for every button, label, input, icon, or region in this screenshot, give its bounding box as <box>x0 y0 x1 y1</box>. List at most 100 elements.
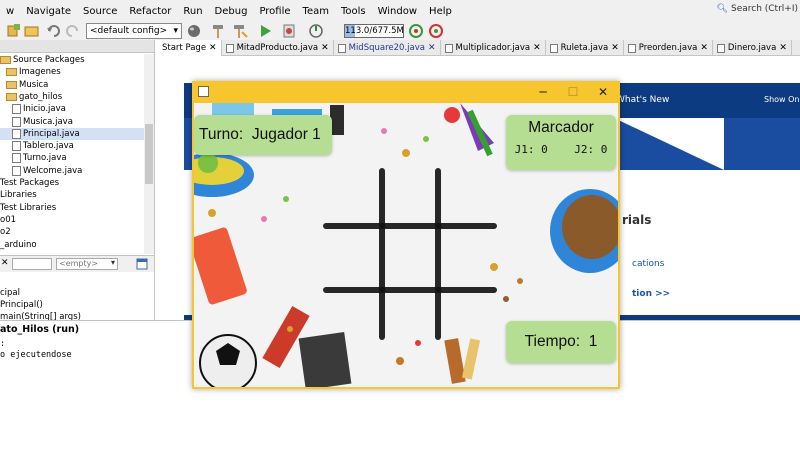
java-file-icon <box>12 116 21 127</box>
game-window-titlebar[interactable]: ─ ☐ ✕ <box>192 81 620 103</box>
tree-item[interactable]: Test Libraries <box>0 202 145 214</box>
navigator-item-constructor[interactable]: Principal() <box>0 300 43 310</box>
menu-bar: w Navigate Source Refactor Run Debug Profile Te… <box>0 0 800 22</box>
projects-panel-header <box>0 40 154 53</box>
open-icon[interactable] <box>24 23 40 39</box>
more-link[interactable]: tion >> <box>632 289 670 299</box>
tree-item-label: Test Packages <box>0 178 60 188</box>
tree-item[interactable]: _arduino <box>0 239 145 251</box>
close-window-icon[interactable]: ✕ <box>588 83 618 101</box>
new-project-icon[interactable] <box>6 23 22 39</box>
editor-tab[interactable]: MidSquare20.java ✕ <box>334 40 441 56</box>
close-icon[interactable]: ✕ <box>1 258 9 268</box>
tree-item[interactable]: Tablero.java <box>0 140 145 152</box>
menu-item-refactor[interactable]: Refactor <box>123 6 177 17</box>
close-tab-icon[interactable]: ✕ <box>209 40 217 56</box>
tree-item[interactable]: Welcome.java <box>0 165 145 177</box>
player1-score: 0 <box>541 143 548 156</box>
tree-item-label: Principal.java <box>23 128 80 139</box>
navigator-filter-select[interactable]: <empty> <box>56 258 118 270</box>
clean-build-icon[interactable] <box>232 23 248 39</box>
toolbar: <default config> 113.0/677.5MB <box>0 22 800 40</box>
show-on-startup[interactable]: Show On S <box>764 95 800 104</box>
editor-tab[interactable]: Dinero.java ✕ <box>713 40 792 56</box>
profile-ide-icon[interactable] <box>428 23 444 39</box>
tree-item[interactable]: Imagenes <box>0 66 145 78</box>
tree-item[interactable]: gato_hilos <box>0 91 145 103</box>
folder-icon <box>0 56 11 64</box>
tree-item[interactable]: o01 <box>0 214 145 226</box>
close-tab-icon[interactable]: ✕ <box>611 40 619 56</box>
menu-item-debug[interactable]: Debug <box>209 6 254 17</box>
scoreboard-panel: Marcador J1: 0 J2: 0 <box>506 115 616 170</box>
java-file-icon <box>716 43 725 53</box>
debug-icon[interactable] <box>282 23 298 39</box>
tree-item[interactable]: Musica.java <box>0 116 145 128</box>
navigator-filter-value: <empty> <box>59 259 99 268</box>
output-tab-title[interactable]: ato_Hilos (run) <box>0 324 79 335</box>
menu-item-help[interactable]: Help <box>423 6 458 17</box>
timer-label: Tiempo: <box>524 333 581 350</box>
profile-icon[interactable] <box>308 23 324 39</box>
editor-tab-label: Ruleta.java <box>560 43 609 53</box>
tree-item-label: Turno.java <box>23 153 67 164</box>
tree-item[interactable]: Turno.java <box>0 152 145 164</box>
tree-item[interactable]: Inicio.java <box>0 103 145 115</box>
search-placeholder: Search (Ctrl+I) <box>730 4 798 14</box>
close-tab-icon[interactable]: ✕ <box>428 40 436 56</box>
tree-item[interactable]: Source Packages <box>0 54 145 66</box>
close-tab-icon[interactable]: ✕ <box>700 40 708 56</box>
tree-item-label: Source Packages <box>13 55 85 65</box>
whats-new-tab[interactable]: What's New <box>616 95 669 105</box>
menu-item-team[interactable]: Team <box>297 6 335 17</box>
redo-icon[interactable] <box>64 23 80 39</box>
search-box[interactable]: 🔍︎ Search (Ctrl+I) <box>717 4 798 14</box>
navigator-settings-icon[interactable] <box>136 258 148 270</box>
globe-icon[interactable] <box>186 23 202 39</box>
editor-tab-label: Dinero.java <box>727 43 777 53</box>
undo-icon[interactable] <box>46 23 62 39</box>
turn-panel: Turno: Jugador 1 <box>194 115 332 155</box>
timer-panel: Tiempo: 1 <box>506 321 616 363</box>
maximize-icon[interactable]: ☐ <box>558 83 588 101</box>
menu-item-profile[interactable]: Profile <box>253 6 296 17</box>
tree-item[interactable]: Musica <box>0 79 145 91</box>
editor-tab[interactable]: Multiplicador.java ✕ <box>441 40 546 56</box>
projects-scrollbar[interactable] <box>144 54 154 254</box>
tic-tac-toe-board[interactable] <box>322 165 502 343</box>
menu-item-source[interactable]: Source <box>77 6 123 17</box>
memory-text: 113.0/677.5MB <box>345 26 404 36</box>
java-app-icon[interactable] <box>198 86 209 97</box>
close-tab-icon[interactable]: ✕ <box>533 40 541 56</box>
tree-item[interactable]: Test Packages <box>0 177 145 189</box>
hammer-icon[interactable] <box>210 23 226 39</box>
tree-item[interactable]: o2 <box>0 226 145 238</box>
menu-item-run[interactable]: Run <box>177 6 208 17</box>
menu-item-window[interactable]: Window <box>372 6 423 17</box>
minimize-icon[interactable]: ─ <box>528 83 558 101</box>
config-select-value: <default config> <box>90 26 168 36</box>
tree-item[interactable]: Libraries <box>0 189 145 201</box>
folder-icon <box>6 68 17 77</box>
close-tab-icon[interactable]: ✕ <box>321 40 329 56</box>
editor-tab[interactable]: Start Page ✕ <box>158 40 222 56</box>
applications-link[interactable]: cations <box>632 259 664 269</box>
navigator-members-select[interactable] <box>12 258 52 270</box>
menu-item-tools[interactable]: Tools <box>335 6 372 17</box>
projects-scroll-thumb[interactable] <box>145 124 153 184</box>
tree-item[interactable]: Principal.java <box>0 127 145 140</box>
turn-label: Turno: <box>199 126 244 143</box>
navigator-item-class[interactable]: cipal <box>0 288 20 298</box>
editor-tab[interactable]: Ruleta.java ✕ <box>546 40 624 56</box>
run-icon[interactable] <box>258 23 274 39</box>
player2-score: 0 <box>600 143 608 156</box>
memory-indicator[interactable]: 113.0/677.5MB <box>344 24 404 38</box>
close-tab-icon[interactable]: ✕ <box>779 40 787 56</box>
scoreboard-title: Marcador <box>528 119 594 136</box>
editor-tab[interactable]: Preorden.java ✕ <box>624 40 713 56</box>
menu-item-navigate[interactable]: Navigate <box>20 6 77 17</box>
editor-tab[interactable]: MitadProducto.java ✕ <box>222 40 334 56</box>
gc-icon[interactable] <box>408 23 424 39</box>
config-select[interactable]: <default config> <box>86 23 182 39</box>
menu-item-w[interactable]: w <box>0 6 20 17</box>
